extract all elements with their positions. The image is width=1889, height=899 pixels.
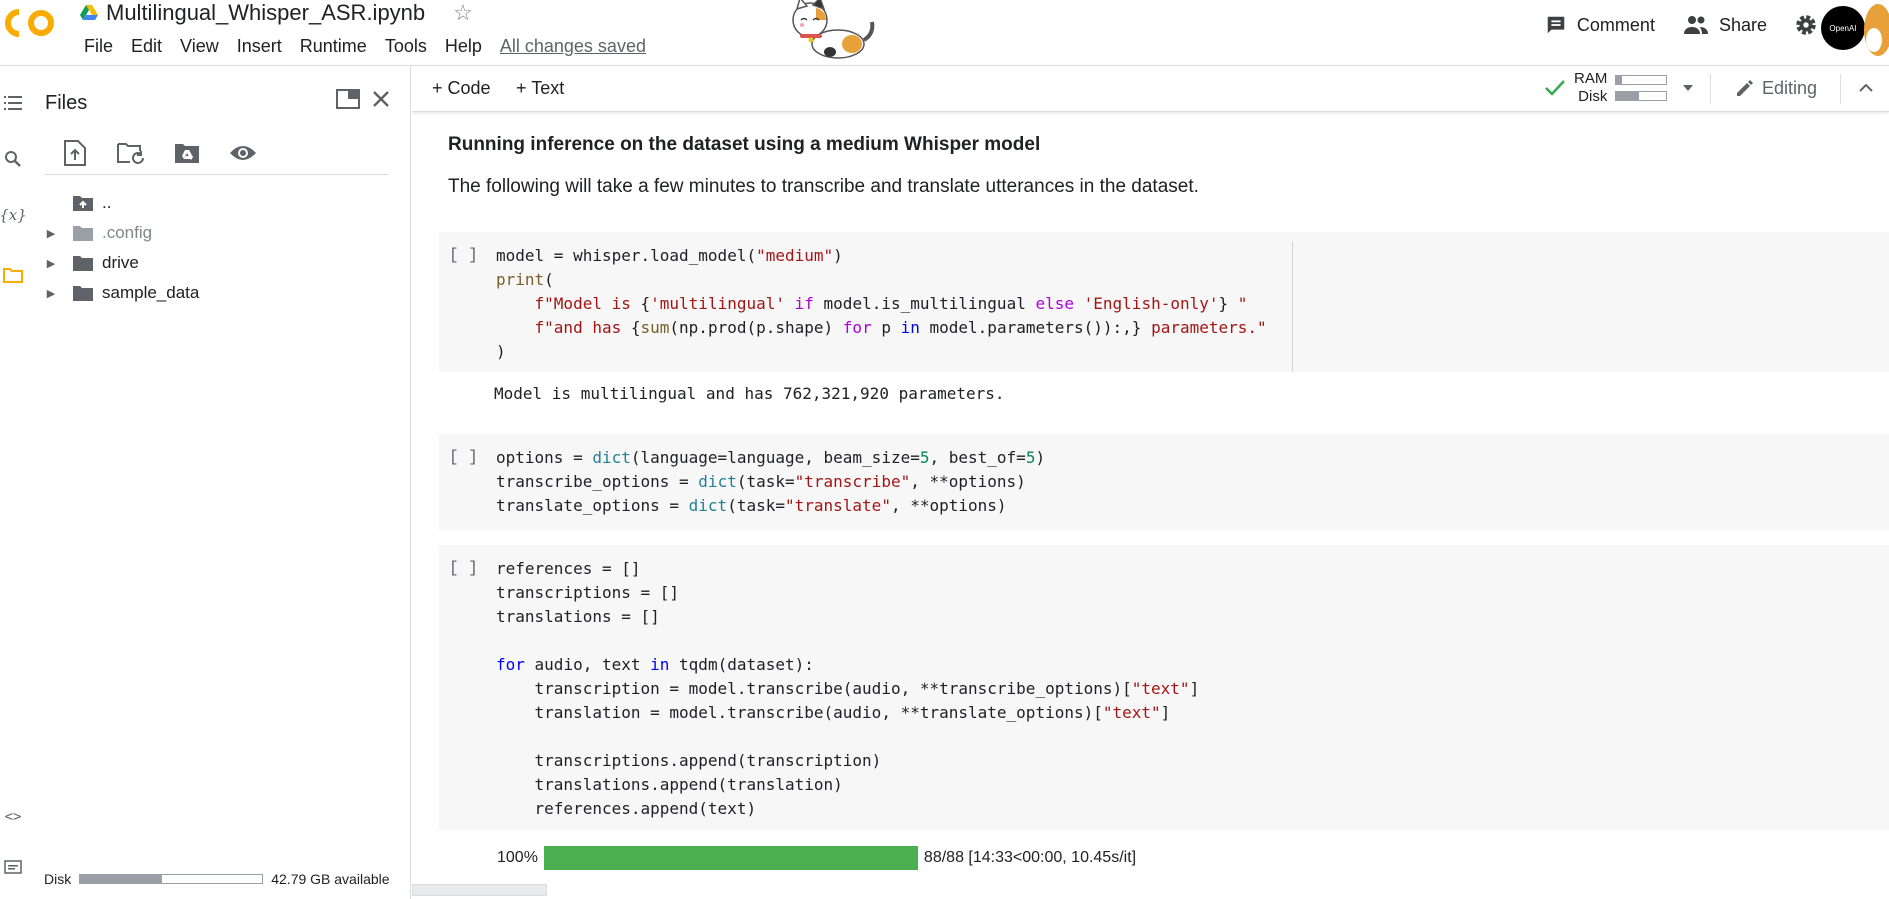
cell-output: Model is multilingual and has 762,321,92… (494, 384, 1005, 403)
add-code-button[interactable]: + Code (432, 78, 491, 99)
markdown-heading: Running inference on the dataset using a… (448, 134, 1041, 155)
ram-bar (1615, 75, 1668, 85)
progress-percent: 100% (497, 849, 538, 866)
disk-bar-fill (1616, 92, 1639, 100)
ram-bar-fill (1616, 76, 1623, 84)
code-snippets-icon[interactable]: <> (2, 806, 24, 828)
cat-mascot-image (792, 0, 875, 59)
people-icon (1683, 16, 1708, 34)
open-in-tab-icon[interactable] (333, 84, 363, 114)
expand-caret-icon[interactable]: ▶ (40, 287, 62, 300)
files-toolbar (58, 136, 260, 170)
tree-item-label: sample_data (102, 283, 200, 302)
save-status-link[interactable]: All changes saved (491, 36, 655, 57)
resources-indicator[interactable]: RAM Disk (1544, 70, 1701, 106)
progress-stats: 88/88 [14:33<00:00, 10.45s/it] (923, 849, 1137, 866)
share-button[interactable]: Share (1669, 14, 1781, 36)
tree-item-drive[interactable]: ▶ drive (40, 248, 199, 278)
menu-help[interactable]: Help (436, 36, 491, 57)
refresh-folder-icon[interactable] (114, 136, 148, 170)
editing-mode-button[interactable]: Editing (1734, 78, 1817, 99)
code-cell-1[interactable]: [ ] model = whisper.load_model("medium")… (439, 232, 1889, 372)
code-editor[interactable]: options = dict(language=language, beam_s… (496, 446, 1045, 518)
code-editor[interactable]: references = [] transcriptions = [] tran… (496, 557, 1199, 821)
comment-button[interactable]: Comment (1531, 14, 1669, 36)
collapse-header-icon[interactable] (1858, 82, 1874, 94)
menu-bar: File Edit View Insert Runtime Tools Help… (75, 36, 655, 57)
notebook-main: + Code + Text RAM Disk Editing Running i… (412, 66, 1889, 899)
tree-item-label: drive (102, 253, 139, 272)
show-hidden-files-icon[interactable] (226, 136, 260, 170)
star-icon[interactable]: ☆ (453, 0, 473, 26)
tree-item-config[interactable]: ▶ .config (40, 218, 199, 248)
run-cell-button[interactable]: [ ] (449, 559, 478, 577)
files-divider (45, 174, 389, 175)
add-text-button[interactable]: + Text (516, 78, 564, 99)
parent-folder-icon (73, 196, 93, 211)
notebook-title[interactable]: Multilingual_Whisper_ASR.ipynb (106, 0, 425, 26)
left-rail: {x} <> (0, 66, 28, 899)
disk-usage: Disk 42.79 GB available (44, 871, 390, 887)
comment-icon (1547, 16, 1565, 34)
folder-icon (73, 286, 93, 301)
table-of-contents-icon[interactable] (2, 92, 24, 114)
connected-check-icon (1545, 80, 1565, 96)
tree-item-sample-data[interactable]: ▶ sample_data (40, 278, 200, 308)
menu-edit[interactable]: Edit (122, 36, 171, 57)
code-editor[interactable]: model = whisper.load_model("medium") pri… (496, 244, 1267, 364)
pencil-icon (1737, 79, 1753, 96)
command-palette-icon[interactable] (2, 856, 24, 878)
expand-caret-icon[interactable]: ▶ (40, 227, 62, 240)
progress-bar (543, 846, 918, 870)
variables-icon[interactable]: {x} (0, 204, 27, 226)
mount-drive-icon[interactable] (170, 136, 204, 170)
close-panel-icon[interactable] (366, 84, 396, 114)
tree-item-label: .config (102, 223, 153, 242)
title-row: Multilingual_Whisper_ASR.ipynb ☆ (80, 0, 473, 26)
file-tree: .. ▶ .config ▶ drive ▶ sample_data (40, 188, 200, 308)
colab-logo[interactable] (5, 8, 59, 38)
header-actions: Comment Share (1531, 12, 1819, 38)
progress-bar-fill (543, 846, 918, 870)
share-label: Share (1718, 14, 1767, 35)
menu-file[interactable]: File (75, 36, 122, 57)
notebook-toolbar: + Code + Text RAM Disk Editing (412, 66, 1889, 112)
code-cell-2[interactable]: [ ] options = dict(language=language, be… (439, 434, 1889, 530)
disk-label: Disk (44, 871, 72, 887)
disk-available: 42.79 GB available (271, 871, 390, 887)
upload-file-icon[interactable] (58, 136, 92, 170)
folder-icon (73, 256, 93, 271)
editing-label: Editing (1762, 78, 1818, 98)
cat-mascot-edge-image (1864, 4, 1889, 56)
menu-tools[interactable]: Tools (376, 36, 436, 57)
disk-label: Disk (1578, 88, 1608, 105)
menu-view[interactable]: View (171, 36, 228, 57)
disk-usage-bar (79, 874, 264, 884)
ram-label: RAM (1574, 70, 1608, 87)
drive-icon (80, 5, 98, 20)
progress-output: 100% 88/88 [14:33<00:00, 10.45s/it] (497, 846, 1136, 870)
disk-bar (1615, 91, 1668, 101)
run-cell-button[interactable]: [ ] (449, 448, 478, 466)
files-panel-title: Files (45, 92, 88, 114)
dropdown-arrow-icon[interactable] (1675, 79, 1701, 97)
run-cell-button[interactable]: [ ] (449, 246, 478, 264)
tree-item-parent[interactable]: .. (40, 188, 199, 218)
disk-usage-fill (80, 875, 163, 883)
files-panel: Files .. ▶ .config ▶ drive ▶ sample_data… (28, 66, 411, 899)
app-header: Multilingual_Whisper_ASR.ipynb ☆ File Ed… (0, 0, 1889, 66)
menu-insert[interactable]: Insert (228, 36, 291, 57)
folder-icon (73, 226, 93, 241)
folder-icon[interactable] (2, 264, 24, 286)
settings-gear-icon[interactable] (1793, 12, 1819, 38)
menu-runtime[interactable]: Runtime (291, 36, 376, 57)
expand-caret-icon[interactable]: ▶ (40, 257, 62, 270)
markdown-paragraph: The following will take a few minutes to… (448, 176, 1199, 197)
search-icon[interactable] (2, 148, 24, 170)
horizontal-scrollbar[interactable] (412, 884, 547, 896)
comment-label: Comment (1576, 14, 1655, 35)
code-cell-3[interactable]: [ ] references = [] transcriptions = [] … (439, 545, 1889, 830)
tree-item-label: .. (102, 193, 112, 212)
